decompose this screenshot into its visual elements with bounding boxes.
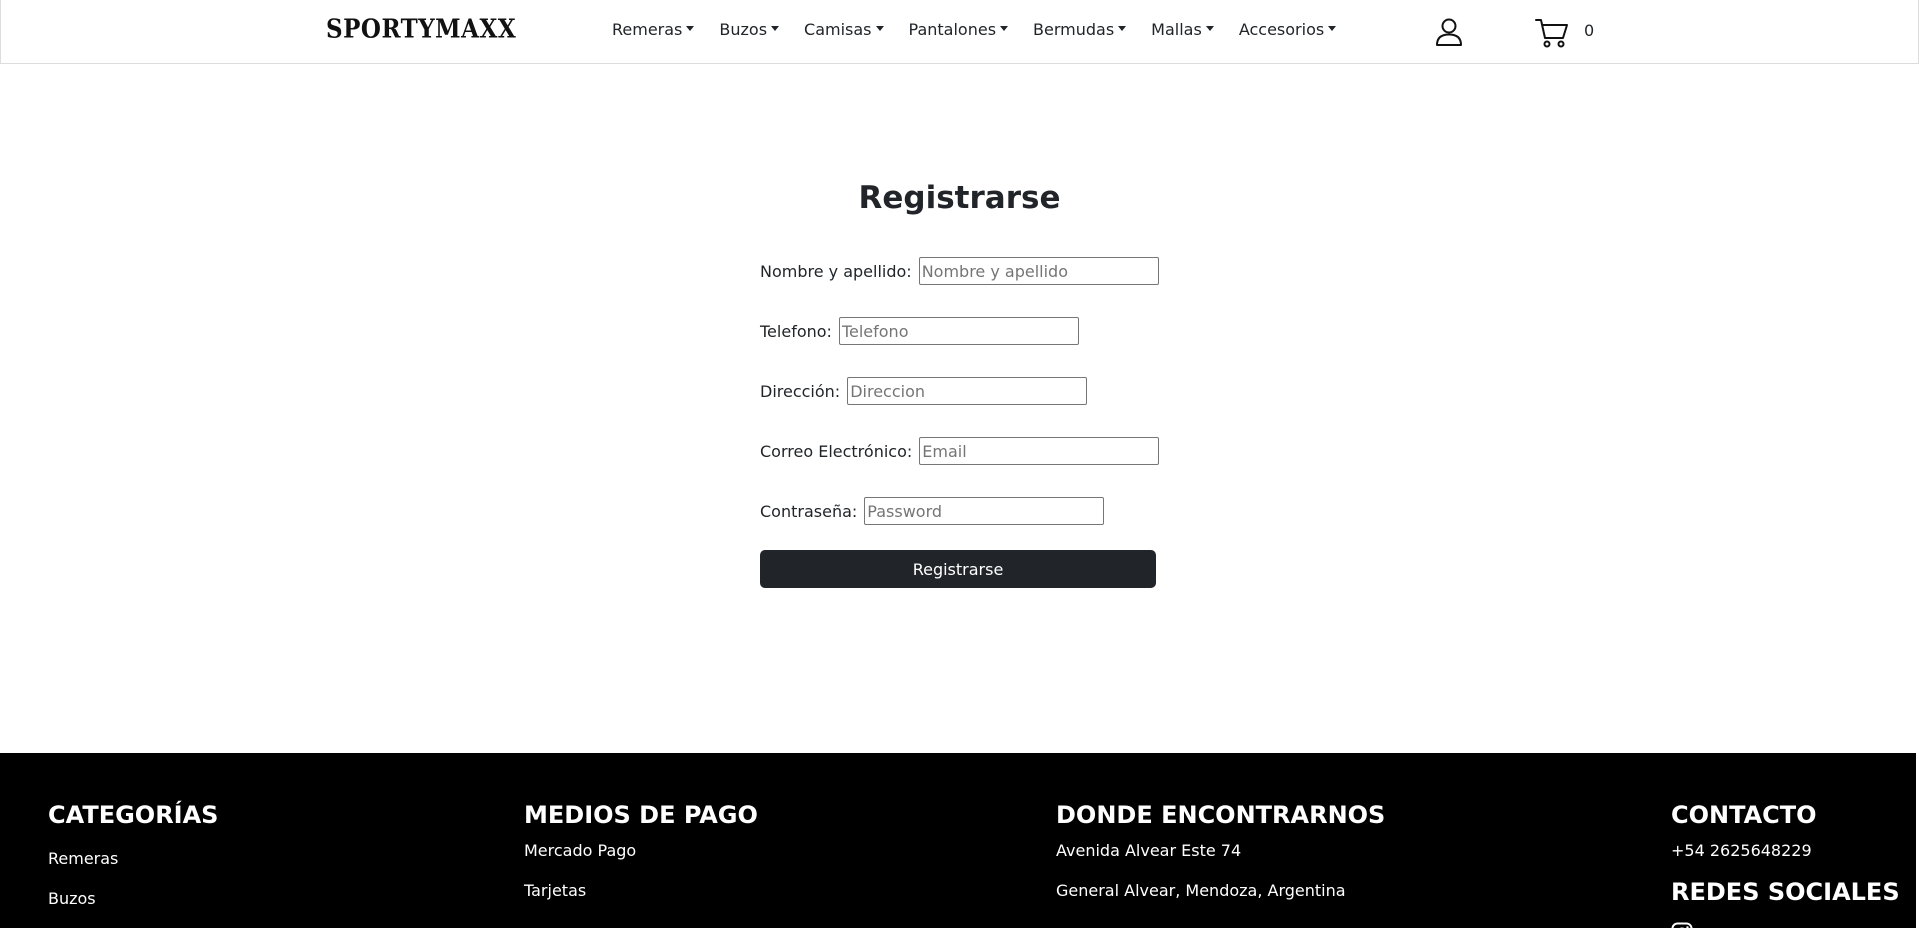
footer-address-street: Avenida Alvear Este 74 bbox=[1056, 841, 1242, 860]
email-input[interactable] bbox=[919, 437, 1160, 465]
nav-item-label: Camisas bbox=[804, 20, 872, 39]
page-title: Registrarse bbox=[858, 180, 1061, 216]
nav-item-bermudas[interactable]: Bermudas bbox=[1033, 20, 1127, 39]
caret-down-icon bbox=[686, 26, 695, 31]
register-button[interactable]: Registrarse bbox=[760, 550, 1156, 588]
phone-label: Telefono: bbox=[760, 321, 832, 341]
name-field-row: Nombre y apellido: bbox=[760, 257, 1159, 285]
address-label: Dirección: bbox=[760, 381, 841, 401]
caret-down-icon bbox=[875, 26, 884, 31]
nav-item-label: Accesorios bbox=[1238, 20, 1325, 39]
footer-payment-tarjetas: Tarjetas bbox=[524, 881, 587, 900]
footer-link-remeras[interactable]: Remeras bbox=[48, 849, 118, 868]
caret-down-icon bbox=[1000, 26, 1009, 31]
footer-link-buzos[interactable]: Buzos bbox=[48, 889, 96, 908]
name-label: Nombre y apellido: bbox=[760, 261, 912, 281]
site-footer bbox=[0, 753, 1916, 928]
caret-down-icon bbox=[771, 26, 780, 31]
address-field-row: Dirección: bbox=[760, 377, 1088, 405]
nav-item-remeras[interactable]: Remeras bbox=[612, 20, 695, 39]
email-label: Correo Electrónico: bbox=[760, 441, 913, 461]
footer-payment-mercadopago: Mercado Pago bbox=[524, 841, 637, 860]
nav-item-label: Remeras bbox=[612, 20, 683, 39]
nav-item-label: Mallas bbox=[1151, 20, 1202, 39]
user-icon[interactable] bbox=[1434, 17, 1464, 47]
caret-down-icon bbox=[1328, 26, 1337, 31]
nav-item-buzos[interactable]: Buzos bbox=[719, 20, 780, 39]
footer-categories-heading: CATEGORÍAS bbox=[48, 801, 219, 829]
cart-icon[interactable] bbox=[1535, 16, 1569, 50]
footer-address-city: General Alvear, Mendoza, Argentina bbox=[1056, 881, 1346, 900]
nav-item-mallas[interactable]: Mallas bbox=[1151, 20, 1214, 39]
address-input[interactable] bbox=[847, 377, 1088, 405]
footer-social-heading: REDES SOCIALES bbox=[1671, 878, 1900, 906]
footer-location-heading: DONDE ENCONTRARNOS bbox=[1056, 801, 1386, 829]
caret-down-icon bbox=[1205, 26, 1214, 31]
brand-logo[interactable]: SPORTYMAXX bbox=[326, 14, 516, 44]
email-field-row: Correo Electrónico: bbox=[760, 437, 1160, 465]
footer-payment-heading: MEDIOS DE PAGO bbox=[524, 801, 758, 829]
instagram-icon[interactable] bbox=[1671, 922, 1693, 928]
name-input[interactable] bbox=[918, 257, 1159, 285]
phone-field-row: Telefono: bbox=[760, 317, 1079, 345]
password-field-row: Contraseña: bbox=[760, 497, 1105, 525]
nav-item-label: Pantalones bbox=[908, 20, 997, 39]
nav-item-pantalones[interactable]: Pantalones bbox=[909, 20, 1009, 39]
nav-item-camisas[interactable]: Camisas bbox=[804, 20, 884, 39]
caret-down-icon bbox=[1118, 26, 1127, 31]
site-header: SPORTYMAXX Remeras Buzos Camisas Pantalo… bbox=[0, 0, 1919, 64]
phone-input[interactable] bbox=[838, 317, 1079, 345]
nav-item-label: Bermudas bbox=[1033, 20, 1115, 39]
cart-count: 0 bbox=[1584, 21, 1595, 40]
password-label: Contraseña: bbox=[760, 501, 858, 521]
nav-item-label: Buzos bbox=[719, 20, 768, 39]
footer-contact-heading: CONTACTO bbox=[1671, 801, 1817, 829]
nav-item-accesorios[interactable]: Accesorios bbox=[1238, 20, 1337, 39]
password-input[interactable] bbox=[864, 497, 1105, 525]
main-nav: Remeras Buzos Camisas Pantalones Bermuda… bbox=[612, 20, 1361, 39]
footer-contact-phone: +54 2625648229 bbox=[1671, 841, 1812, 860]
